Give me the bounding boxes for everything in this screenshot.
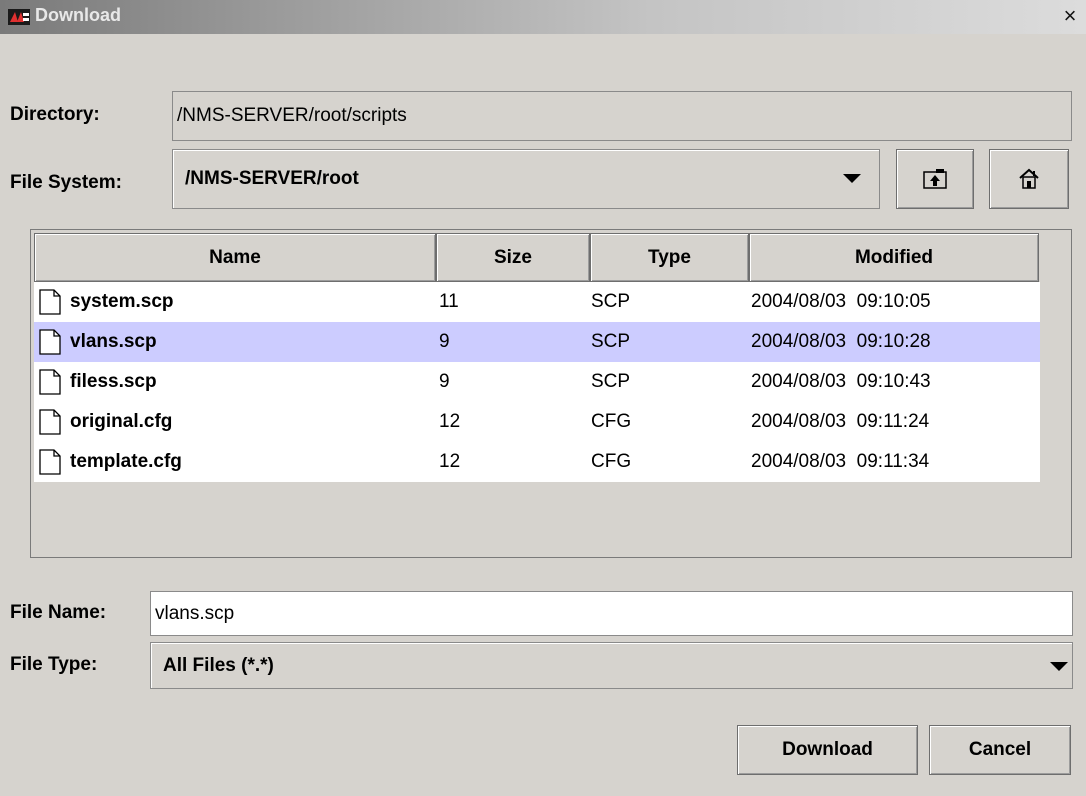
file-system-dropdown[interactable]: /NMS-SERVER/root — [172, 149, 880, 209]
file-modified-cell: 2004/08/03 09:10:05 — [751, 291, 931, 312]
file-type-cell: SCP — [591, 331, 631, 352]
file-size-cell: 12 — [439, 451, 461, 472]
file-size-cell: 11 — [439, 291, 459, 312]
file-icon — [39, 369, 61, 395]
file-name-cell: template.cfg — [70, 451, 182, 472]
home-icon — [1019, 168, 1039, 189]
file-size-cell: 12 — [439, 411, 461, 432]
table-row[interactable]: filess.scp 9 SCP 2004/08/03 09:10:43 — [34, 362, 1040, 402]
file-name-cell: vlans.scp — [70, 331, 157, 352]
column-header-modified[interactable]: Modified — [749, 233, 1039, 282]
column-header-size[interactable]: Size — [436, 233, 590, 282]
up-folder-icon — [923, 169, 947, 189]
window-title: Download — [35, 5, 121, 25]
file-system-selected: /NMS-SERVER/root — [185, 168, 359, 189]
file-icon — [39, 289, 61, 315]
download-dialog: Download × Directory: /NMS-SERVER/root/s… — [0, 0, 1086, 796]
file-icon — [39, 449, 61, 475]
app-logo-icon — [8, 9, 30, 25]
file-type-cell: CFG — [591, 451, 632, 472]
cancel-button[interactable]: Cancel — [929, 725, 1071, 775]
file-type-label: File Type: — [10, 654, 98, 675]
file-table: Name Size Type Modified system.scp 11 SC… — [30, 229, 1072, 558]
directory-label: Directory: — [10, 104, 100, 125]
file-name-cell: filess.scp — [70, 371, 157, 392]
file-system-label: File System: — [10, 172, 122, 193]
file-list: system.scp 11 SCP 2004/08/03 09:10:05 vl… — [34, 282, 1040, 482]
home-button[interactable] — [989, 149, 1069, 209]
chevron-down-icon — [1050, 662, 1068, 671]
file-name-value: vlans.scp — [155, 602, 235, 624]
title-bar[interactable]: Download × — [0, 0, 1086, 34]
column-header-name[interactable]: Name — [34, 233, 436, 282]
file-type-cell: CFG — [591, 411, 632, 432]
file-name-cell: system.scp — [70, 291, 174, 312]
up-folder-button[interactable] — [896, 149, 974, 209]
file-icon — [39, 329, 61, 355]
table-row[interactable]: vlans.scp 9 SCP 2004/08/03 09:10:28 — [34, 322, 1040, 362]
file-modified-cell: 2004/08/03 09:10:43 — [751, 371, 931, 392]
file-type-dropdown[interactable]: All Files (*.*) — [150, 642, 1073, 689]
column-header-type[interactable]: Type — [590, 233, 749, 282]
file-modified-cell: 2004/08/03 09:10:28 — [751, 331, 931, 352]
file-name-cell: original.cfg — [70, 411, 173, 432]
file-name-input[interactable]: vlans.scp — [150, 591, 1073, 636]
table-row[interactable]: original.cfg 12 CFG 2004/08/03 09:11:24 — [34, 402, 1040, 442]
close-button[interactable]: × — [1059, 5, 1081, 27]
file-modified-cell: 2004/08/03 09:11:34 — [751, 451, 930, 472]
download-button[interactable]: Download — [737, 725, 918, 775]
file-size-cell: 9 — [439, 331, 450, 352]
file-size-cell: 9 — [439, 371, 450, 392]
chevron-down-icon — [843, 174, 861, 183]
file-icon — [39, 409, 61, 435]
table-row[interactable]: template.cfg 12 CFG 2004/08/03 09:11:34 — [34, 442, 1040, 482]
file-name-label: File Name: — [10, 602, 107, 623]
directory-value: /NMS-SERVER/root/scripts — [177, 105, 407, 126]
table-row[interactable]: system.scp 11 SCP 2004/08/03 09:10:05 — [34, 282, 1040, 322]
file-modified-cell: 2004/08/03 09:11:24 — [751, 411, 930, 432]
file-type-selected: All Files (*.*) — [163, 654, 274, 676]
file-type-cell: SCP — [591, 371, 631, 392]
directory-field: /NMS-SERVER/root/scripts — [172, 91, 1072, 141]
file-type-cell: SCP — [591, 291, 631, 312]
